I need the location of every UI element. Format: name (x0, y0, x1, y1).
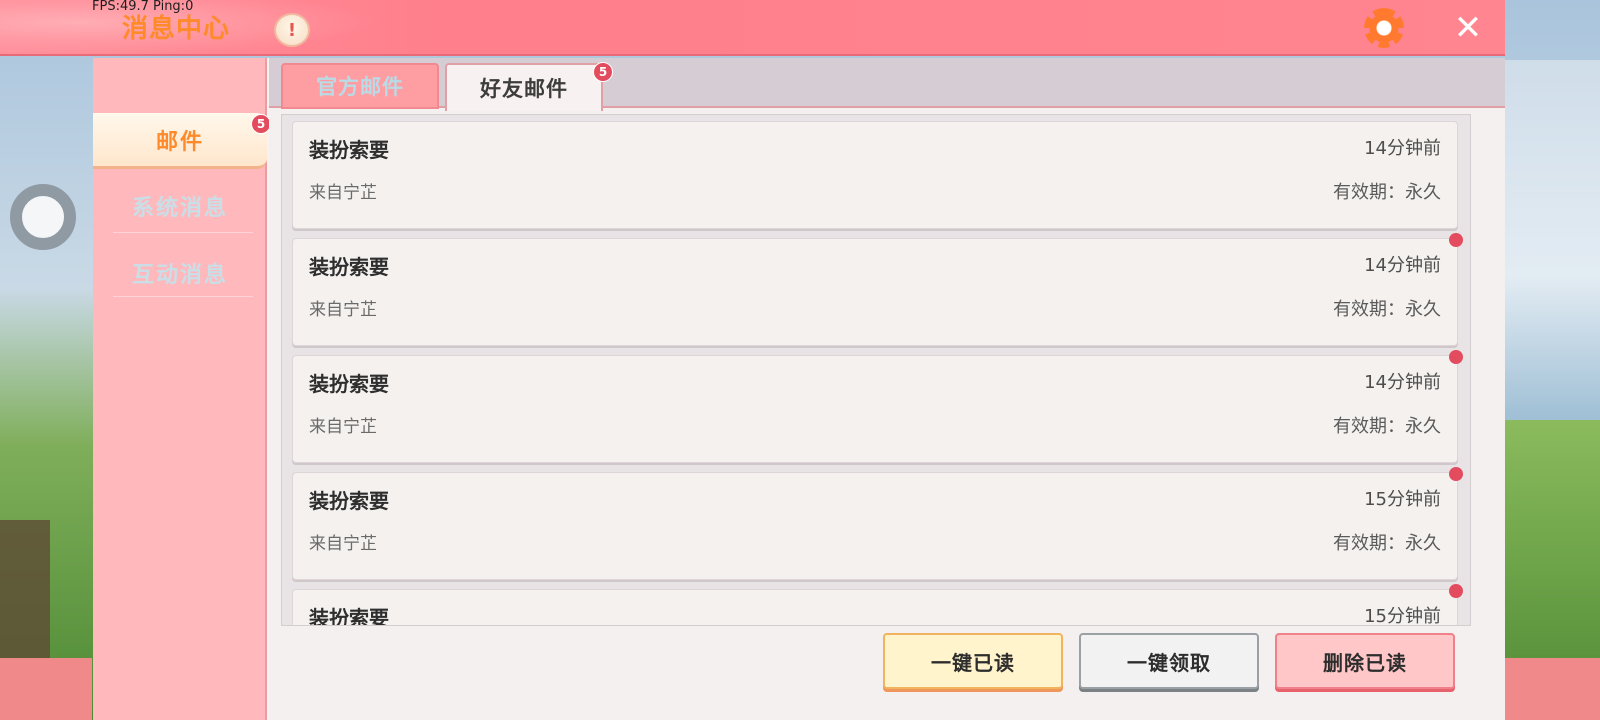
mail-content: 官方邮件 好友邮件 5 装扮索要 14分钟前 来自宁芷 有效期：永久 装扮索要 … (269, 58, 1505, 720)
mail-list[interactable]: 装扮索要 14分钟前 来自宁芷 有效期：永久 装扮索要 14分钟前 来自宁芷 有… (281, 114, 1471, 626)
sidebar-divider (113, 296, 253, 297)
sidebar-item-label: 邮件 (155, 129, 204, 155)
read-all-button[interactable]: 一键已读 (883, 633, 1063, 689)
mail-validity: 有效期：永久 (1333, 533, 1441, 554)
tab-label: 官方邮件 (316, 75, 404, 99)
friend-mail-badge: 5 (593, 62, 613, 82)
sidebar: 邮件 5 系统消息 互动消息 (93, 58, 271, 720)
unread-dot-icon (1449, 350, 1463, 364)
tab-friend-mail[interactable]: 好友邮件 (445, 63, 603, 111)
message-panel: 邮件 5 系统消息 互动消息 官方邮件 好友邮件 5 装扮索要 14分钟前 来自 (93, 58, 1505, 720)
sidebar-item-label: 互动消息 (131, 263, 228, 288)
mail-item[interactable]: 装扮索要 15分钟前 (292, 584, 1463, 626)
delete-read-button[interactable]: 删除已读 (1275, 633, 1455, 689)
unread-dot-icon (1449, 467, 1463, 481)
unread-dot-icon (1449, 233, 1463, 247)
sidebar-item-interaction-messages[interactable]: 互动消息 (93, 245, 267, 301)
mail-item[interactable]: 装扮索要 14分钟前 来自宁芷 有效期：永久 (292, 233, 1463, 346)
header-bar: 消息中心 ! ✕ (0, 0, 1505, 56)
sidebar-divider (113, 232, 253, 233)
mail-item[interactable]: 装扮索要 15分钟前 来自宁芷 有效期：永久 (292, 467, 1463, 580)
mail-title: 装扮索要 (309, 489, 389, 513)
mail-title: 装扮索要 (309, 255, 389, 279)
sidebar-item-system-messages[interactable]: 系统消息 (93, 178, 267, 234)
game-background-sky (1505, 60, 1600, 420)
claim-all-button[interactable]: 一键领取 (1079, 633, 1259, 689)
tab-bar: 官方邮件 好友邮件 5 (269, 58, 1505, 111)
mail-item[interactable]: 装扮索要 14分钟前 来自宁芷 有效期：永久 (292, 121, 1458, 229)
unread-dot-icon (1449, 584, 1463, 598)
mail-validity: 有效期：永久 (1333, 182, 1441, 203)
mail-title: 装扮索要 (309, 606, 389, 626)
mail-time: 15分钟前 (1364, 489, 1441, 510)
tab-official-mail[interactable]: 官方邮件 (281, 63, 439, 109)
gear-icon[interactable] (1364, 8, 1404, 48)
virtual-joystick[interactable] (10, 184, 76, 250)
mail-validity: 有效期：永久 (1333, 299, 1441, 320)
mail-time: 14分钟前 (1364, 372, 1441, 393)
mail-count-badge: 5 (251, 114, 271, 134)
sidebar-item-label: 系统消息 (131, 196, 228, 221)
mail-sender: 来自宁芷 (309, 417, 377, 437)
tab-label: 好友邮件 (480, 77, 568, 101)
bottom-strip-right (1505, 658, 1600, 720)
mail-sender: 来自宁芷 (309, 534, 377, 554)
mail-sender: 来自宁芷 (309, 183, 377, 203)
mail-item[interactable]: 装扮索要 14分钟前 来自宁芷 有效期：永久 (292, 350, 1463, 463)
mail-title: 装扮索要 (309, 372, 389, 396)
bottom-strip-left (0, 658, 92, 720)
mail-time: 14分钟前 (1364, 255, 1441, 276)
fps-readout: FPS:49.7 Ping:0 (92, 0, 194, 14)
notice-icon[interactable]: ! (274, 13, 310, 47)
mail-sender: 来自宁芷 (309, 300, 377, 320)
game-background-block (0, 520, 50, 660)
mail-title: 装扮索要 (309, 138, 389, 162)
mail-time: 14分钟前 (1364, 138, 1441, 159)
mail-validity: 有效期：永久 (1333, 416, 1441, 437)
sidebar-item-mail[interactable]: 邮件 (93, 113, 267, 169)
close-icon[interactable]: ✕ (1450, 10, 1486, 46)
mail-time: 15分钟前 (1364, 606, 1441, 626)
